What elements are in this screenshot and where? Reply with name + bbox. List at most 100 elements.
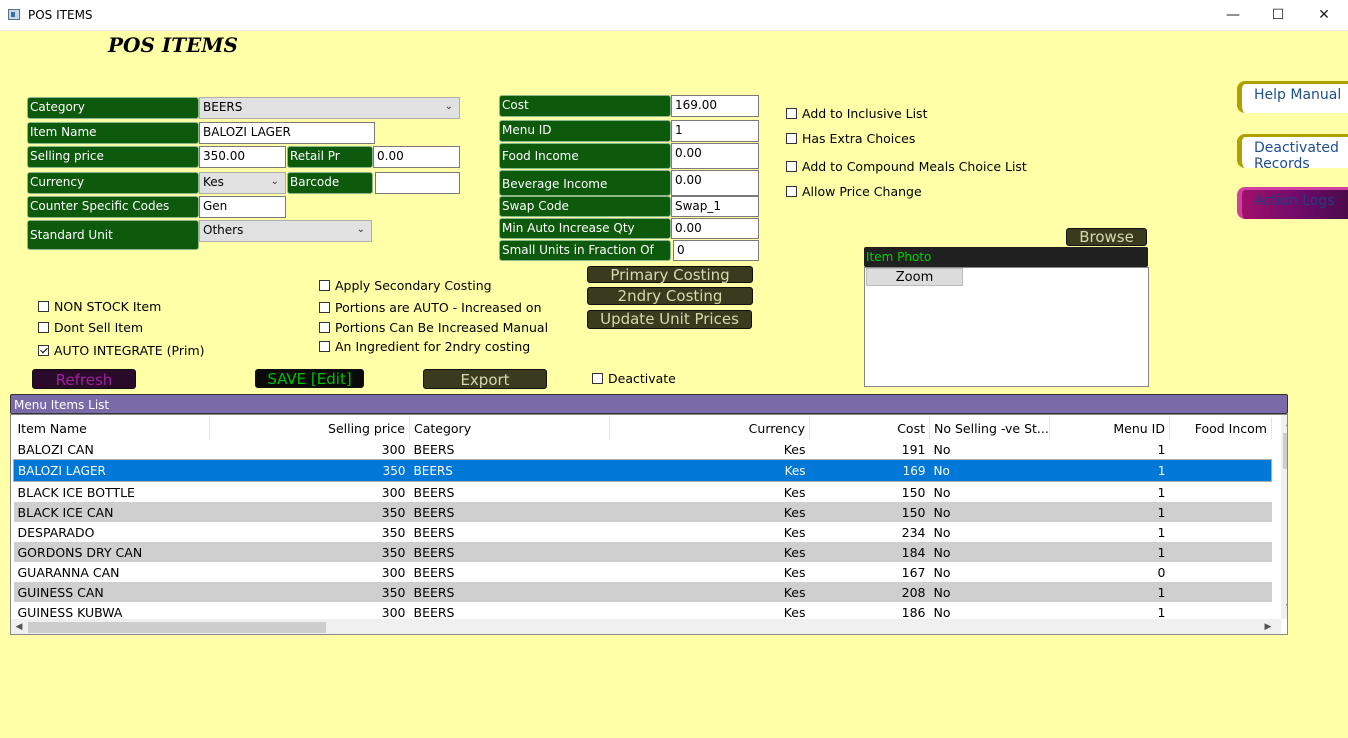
refresh-button[interactable]: Refresh xyxy=(32,369,136,389)
vertical-scrollbar[interactable]: ▲ ▼ xyxy=(1281,415,1287,619)
category-select[interactable]: BEERS ⌄ xyxy=(199,97,460,119)
cell-cost: 234 xyxy=(901,524,926,540)
min-auto-increase-label: Min Auto Increase Qty xyxy=(499,218,671,239)
cell-currency: Kes xyxy=(609,459,810,482)
apply-secondary-costing-checkbox[interactable]: Apply Secondary Costing xyxy=(319,278,492,293)
standard-unit-select[interactable]: Others ⌄ xyxy=(199,220,372,242)
checkbox-label: Add to Compound Meals Choice List xyxy=(802,159,1027,174)
table-row[interactable]: BALOZI CAN 300 BEERS Kes 191 No 1 xyxy=(14,439,1272,460)
cost-input[interactable]: 169.00 xyxy=(671,95,759,117)
cell-menu-id: 1 xyxy=(1049,459,1170,482)
counter-codes-input[interactable]: Gen xyxy=(199,196,286,218)
portions-auto-checkbox[interactable]: Portions are AUTO - Increased on Or xyxy=(319,300,545,315)
item-name-input[interactable]: BALOZI LAGER xyxy=(199,122,375,144)
ingredient-checkbox[interactable]: An Ingredient for 2ndry costing xyxy=(319,339,530,354)
column-header-category[interactable]: Category xyxy=(409,417,610,439)
zoom-button[interactable]: Zoom xyxy=(866,268,963,286)
retail-price-label: Retail Pr xyxy=(287,146,373,168)
window-title: POS ITEMS xyxy=(28,8,93,22)
scroll-left-icon[interactable]: ◀ xyxy=(14,622,24,632)
table-row[interactable]: GUARANNA CAN 300 BEERS Kes 167 No 0 xyxy=(14,562,1272,582)
cell-food-income xyxy=(1170,439,1272,460)
scroll-thumb[interactable] xyxy=(28,622,326,633)
scroll-thumb[interactable] xyxy=(1283,433,1287,469)
deactivate-checkbox[interactable]: Deactivate xyxy=(592,371,676,386)
cell-food-income xyxy=(1169,582,1272,602)
chevron-down-icon: ⌄ xyxy=(270,176,279,187)
portions-manual-checkbox[interactable]: Portions Can Be Increased Manual xyxy=(319,320,548,335)
scroll-down-icon[interactable]: ▼ xyxy=(1281,603,1287,613)
cell-menu-id: 1 xyxy=(1049,582,1170,602)
maximize-icon[interactable]: ☐ xyxy=(1255,0,1301,31)
table-row[interactable]: GUINESS CAN 350 BEERS Kes 208 No 1 xyxy=(13,582,1272,602)
small-units-input[interactable]: 0 xyxy=(673,240,759,261)
page-title: POS ITEMS xyxy=(108,33,238,57)
menu-items-grid: Item Name Selling price Category Currenc… xyxy=(10,414,1288,635)
update-unit-prices-button[interactable]: Update Unit Prices xyxy=(587,310,752,329)
checkbox-label: Portions Can Be Increased Manual xyxy=(335,320,549,335)
cell-selling-price: 300 xyxy=(381,564,406,580)
cell-menu-id: 1 xyxy=(1049,502,1170,522)
browse-button[interactable]: Browse xyxy=(1066,228,1147,246)
cell-selling-price: 300 xyxy=(381,484,406,500)
menu-items-table: Item Name Selling price Category Currenc… xyxy=(13,417,1272,622)
scroll-up-icon[interactable]: ▲ xyxy=(1281,418,1287,428)
close-icon[interactable]: ✕ xyxy=(1301,0,1347,31)
cell-no-selling: No xyxy=(929,542,1050,562)
add-compound-checkbox[interactable]: Add to Compound Meals Choice List xyxy=(786,159,1027,174)
cell-category: BEERS xyxy=(409,502,610,522)
allow-price-change-checkbox[interactable]: Allow Price Change xyxy=(786,184,922,199)
minimize-icon[interactable]: — xyxy=(1210,0,1256,31)
checkbox-label: Has Extra Choices xyxy=(802,131,916,146)
window-titlebar: POS ITEMS — ☐ ✕ xyxy=(0,0,1348,31)
column-header-currency[interactable]: Currency xyxy=(609,417,810,439)
beverage-income-input[interactable]: 0.00 xyxy=(671,170,759,196)
category-value: BEERS xyxy=(203,100,243,114)
standard-unit-value: Others xyxy=(203,223,244,237)
non-stock-checkbox[interactable]: NON STOCK Item xyxy=(38,299,161,314)
currency-select[interactable]: Kes ⌄ xyxy=(199,172,286,194)
horizontal-scrollbar[interactable]: ◀ ▶ xyxy=(11,619,1281,634)
has-extra-choices-checkbox[interactable]: Has Extra Choices xyxy=(786,131,915,146)
column-header-menu-id[interactable]: Menu ID xyxy=(1049,417,1170,439)
table-row[interactable]: BALOZI LAGER 350 BEERS Kes 169 No 1 xyxy=(13,459,1272,482)
swap-code-input[interactable]: Swap_1 xyxy=(671,196,759,217)
menu-id-input[interactable]: 1 xyxy=(671,120,759,142)
cell-food-income xyxy=(1169,459,1272,482)
cell-item-name: GUARANNA CAN xyxy=(17,564,120,580)
selling-price-input[interactable]: 350.00 xyxy=(199,146,286,168)
food-income-input[interactable]: 0.00 xyxy=(671,143,759,169)
auto-integrate-checkbox[interactable]: AUTO INTEGRATE (Prim) xyxy=(38,343,205,358)
table-row[interactable]: GORDONS DRY CAN 350 BEERS Kes 184 No 1 xyxy=(13,542,1272,562)
column-header-cost[interactable]: Cost xyxy=(809,417,930,439)
scroll-right-icon[interactable]: ▶ xyxy=(1263,622,1273,632)
column-header-no-selling[interactable]: No Selling -ve St... xyxy=(929,417,1050,439)
save-button[interactable]: SAVE [Edit] xyxy=(255,369,364,388)
help-manual-button[interactable]: Help Manual xyxy=(1237,81,1348,113)
add-inclusive-checkbox[interactable]: Add to Inclusive List xyxy=(786,106,927,121)
action-logs-button[interactable]: Action Logs xyxy=(1237,187,1348,219)
chevron-down-icon: ⌄ xyxy=(356,224,365,235)
column-header-item-name[interactable]: Item Name xyxy=(13,417,210,439)
table-row[interactable]: BLACK ICE BOTTLE 300 BEERS Kes 150 No 1 xyxy=(14,482,1272,503)
column-header-selling-price[interactable]: Selling price xyxy=(209,417,410,439)
cell-food-income xyxy=(1169,542,1272,562)
cell-selling-price: 350 xyxy=(381,524,406,540)
secondary-costing-button[interactable]: 2ndry Costing xyxy=(587,287,753,305)
dont-sell-checkbox[interactable]: Dont Sell Item xyxy=(38,320,143,335)
table-row[interactable]: DESPARADO 350 BEERS Kes 234 No 1 xyxy=(14,522,1272,542)
cell-no-selling: No xyxy=(929,459,1050,482)
checkbox-box xyxy=(786,186,797,197)
deactivated-records-button[interactable]: Deactivated Records xyxy=(1237,134,1348,168)
currency-label: Currency xyxy=(27,172,199,194)
export-button[interactable]: Export xyxy=(423,369,547,389)
table-row[interactable]: BLACK ICE CAN 350 BEERS Kes 150 No 1 xyxy=(13,502,1272,522)
min-auto-increase-input[interactable]: 0.00 xyxy=(671,218,759,239)
cell-currency: Kes xyxy=(609,582,810,602)
checkbox-label: NON STOCK Item xyxy=(54,299,162,314)
barcode-input[interactable] xyxy=(375,172,460,194)
column-header-food-income[interactable]: Food Incom xyxy=(1169,417,1272,439)
cell-menu-id: 1 xyxy=(1157,524,1166,540)
primary-costing-button[interactable]: Primary Costing xyxy=(587,266,753,284)
retail-price-input[interactable]: 0.00 xyxy=(373,146,460,168)
